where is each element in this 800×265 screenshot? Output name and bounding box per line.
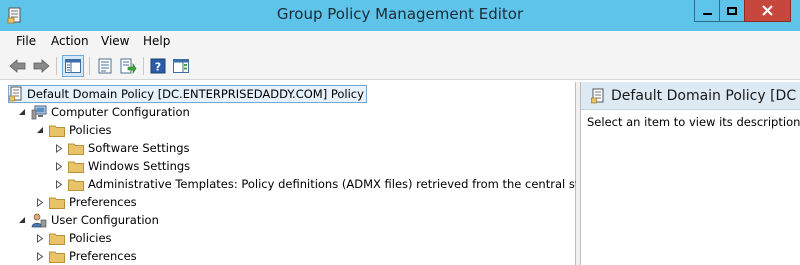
tree-item-uc-policies[interactable]: Policies bbox=[35, 229, 112, 247]
help-button[interactable]: ? bbox=[147, 55, 169, 77]
help-icon: ? bbox=[150, 58, 166, 74]
collapsed-arrow-icon[interactable] bbox=[35, 233, 45, 243]
folder-icon bbox=[68, 143, 84, 155]
tree-item-cc-preferences[interactable]: Preferences bbox=[35, 193, 137, 211]
user-icon bbox=[31, 213, 47, 227]
collapsed-arrow-icon[interactable] bbox=[35, 197, 45, 207]
maximize-icon bbox=[727, 6, 737, 15]
details-header: Default Domain Policy [DC bbox=[581, 82, 800, 110]
folder-icon bbox=[49, 233, 65, 245]
tree-item-computer-configuration[interactable]: Computer Configuration bbox=[17, 103, 190, 121]
tree-item-label: User Configuration bbox=[51, 213, 159, 227]
forward-icon bbox=[33, 59, 50, 73]
console-tree[interactable]: Default Domain Policy [DC.ENTERPRISEDADD… bbox=[0, 82, 602, 265]
show-hide-action-pane-icon bbox=[173, 59, 189, 73]
policy-document-icon bbox=[591, 88, 604, 103]
expanded-arrow-icon[interactable] bbox=[35, 125, 45, 135]
menu-view[interactable]: View bbox=[101, 34, 129, 48]
tree-item-cc-policies[interactable]: Policies bbox=[35, 121, 112, 139]
tree-item-administrative-templates[interactable]: Administrative Templates: Policy definit… bbox=[54, 175, 602, 193]
window-title: Group Policy Management Editor bbox=[276, 5, 524, 23]
toolbar-separator bbox=[56, 57, 57, 75]
details-pane: Default Domain Policy [DC Select an item… bbox=[580, 82, 800, 265]
properties-icon bbox=[98, 58, 112, 74]
tree-item-label: Policies bbox=[69, 123, 112, 137]
maximize-button[interactable] bbox=[719, 0, 745, 22]
back-button[interactable] bbox=[7, 55, 29, 77]
collapsed-arrow-icon[interactable] bbox=[54, 161, 64, 171]
details-header-title: Default Domain Policy [DC bbox=[611, 87, 797, 104]
menu-help[interactable]: Help bbox=[143, 34, 170, 48]
tree-item-uc-preferences[interactable]: Preferences bbox=[35, 247, 137, 265]
toolbar-separator bbox=[143, 57, 144, 75]
tree-item-user-configuration[interactable]: User Configuration bbox=[17, 211, 159, 229]
menu-action[interactable]: Action bbox=[51, 34, 89, 48]
back-icon bbox=[9, 59, 26, 73]
collapsed-arrow-icon[interactable] bbox=[54, 179, 64, 189]
tree-item-label: Software Settings bbox=[88, 141, 190, 155]
show-hide-console-tree-icon bbox=[65, 59, 81, 73]
show-hide-console-tree-button[interactable] bbox=[62, 55, 84, 77]
folder-icon bbox=[49, 251, 65, 263]
toolbar-separator bbox=[89, 57, 90, 75]
tree-item-label: Policies bbox=[69, 231, 112, 245]
minimize-button[interactable] bbox=[694, 0, 720, 22]
computer-icon bbox=[31, 105, 47, 119]
minimize-icon bbox=[702, 12, 712, 15]
tree-item-label: Preferences bbox=[69, 249, 137, 263]
expanded-arrow-icon[interactable] bbox=[17, 107, 27, 117]
menu-file[interactable]: File bbox=[16, 34, 36, 48]
collapsed-arrow-icon[interactable] bbox=[54, 143, 64, 153]
policy-document-icon bbox=[9, 86, 22, 102]
forward-button[interactable] bbox=[30, 55, 52, 77]
details-description: Select an item to view its description. bbox=[587, 115, 800, 129]
tree-root-default-domain-policy[interactable]: Default Domain Policy [DC.ENTERPRISEDADD… bbox=[8, 85, 367, 103]
svg-text:?: ? bbox=[155, 61, 161, 74]
tree-item-label: Preferences bbox=[69, 195, 137, 209]
export-list-icon bbox=[120, 58, 136, 74]
folder-icon bbox=[49, 197, 65, 209]
tree-item-label: Computer Configuration bbox=[51, 105, 190, 119]
expanded-arrow-icon[interactable] bbox=[17, 215, 27, 225]
tree-item-windows-settings[interactable]: Windows Settings bbox=[54, 157, 190, 175]
tree-item-label: Windows Settings bbox=[88, 159, 191, 173]
collapsed-arrow-icon[interactable] bbox=[35, 251, 45, 261]
toolbar: ? bbox=[0, 52, 800, 80]
folder-icon bbox=[68, 161, 84, 173]
show-hide-action-pane-button[interactable] bbox=[170, 55, 192, 77]
export-list-button[interactable] bbox=[117, 55, 139, 77]
title-bar: Group Policy Management Editor bbox=[0, 0, 800, 31]
folder-icon bbox=[68, 179, 84, 191]
close-button[interactable] bbox=[744, 0, 791, 22]
close-icon bbox=[762, 5, 773, 16]
properties-button[interactable] bbox=[94, 55, 116, 77]
tree-item-software-settings[interactable]: Software Settings bbox=[54, 139, 190, 157]
menu-bar: File Action View Help bbox=[0, 31, 800, 52]
folder-icon bbox=[49, 125, 65, 137]
tree-item-label: Administrative Templates: Policy definit… bbox=[88, 177, 602, 191]
tree-root-label: Default Domain Policy [DC.ENTERPRISEDADD… bbox=[27, 87, 364, 101]
